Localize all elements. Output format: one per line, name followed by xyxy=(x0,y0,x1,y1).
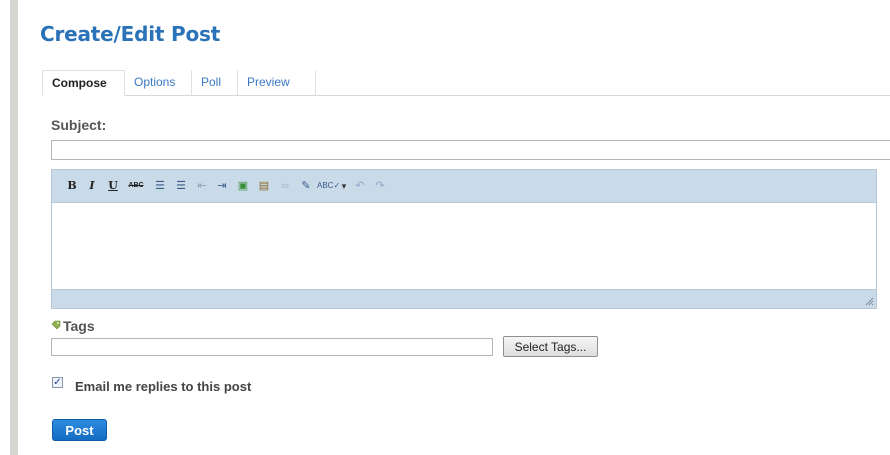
tag-icon xyxy=(51,320,61,330)
tags-label: Tags xyxy=(63,318,95,334)
spellcheck-icon[interactable]: ABC✓ xyxy=(317,179,340,193)
tab-compose[interactable]: Compose xyxy=(42,70,125,96)
tab-poll[interactable]: Poll xyxy=(192,70,238,95)
link-icon[interactable]: ∞ xyxy=(278,179,292,193)
subject-label: Subject: xyxy=(51,117,107,133)
strikethrough-icon[interactable]: ABC xyxy=(127,179,145,193)
post-button[interactable]: Post xyxy=(52,419,107,441)
redo-icon[interactable]: ↷ xyxy=(373,179,387,193)
tab-options[interactable]: Options xyxy=(125,70,192,95)
select-tags-button[interactable]: Select Tags... xyxy=(503,336,598,357)
resize-handle-icon[interactable] xyxy=(864,296,874,306)
paste-icon[interactable]: ▤ xyxy=(257,179,271,193)
edit-html-icon[interactable]: ✎ xyxy=(299,179,313,193)
outdent-icon[interactable]: ⇤ xyxy=(195,179,209,193)
tab-bar: Compose Options Poll Preview xyxy=(42,70,890,96)
dropdown-arrow-icon[interactable]: ▾ xyxy=(340,179,348,193)
editor-content-area[interactable] xyxy=(52,203,876,290)
underline-icon[interactable]: U xyxy=(107,179,119,193)
email-replies-checkbox[interactable]: ✓ xyxy=(52,377,63,388)
undo-icon[interactable]: ↶ xyxy=(353,179,367,193)
email-replies-label: Email me replies to this post xyxy=(75,379,252,394)
left-sidebar-strip xyxy=(10,0,18,455)
rich-text-editor: B I U ABC ☰ ☰ ⇤ ⇥ ▣ ▤ ∞ ✎ ABC✓ ▾ ↶ ↷ xyxy=(51,169,877,309)
subject-input[interactable] xyxy=(51,140,890,160)
bold-icon[interactable]: B xyxy=(66,179,78,193)
tags-input[interactable] xyxy=(51,338,493,356)
editor-toolbar: B I U ABC ☰ ☰ ⇤ ⇥ ▣ ▤ ∞ ✎ ABC✓ ▾ ↶ ↷ xyxy=(52,170,876,203)
numbered-list-icon[interactable]: ☰ xyxy=(174,179,188,193)
editor-status-bar xyxy=(52,289,876,308)
insert-image-icon[interactable]: ▣ xyxy=(236,179,250,193)
tab-preview[interactable]: Preview xyxy=(238,70,316,95)
italic-icon[interactable]: I xyxy=(86,179,98,193)
page-title: Create/Edit Post xyxy=(40,22,221,46)
indent-icon[interactable]: ⇥ xyxy=(215,179,229,193)
bullet-list-icon[interactable]: ☰ xyxy=(153,179,167,193)
